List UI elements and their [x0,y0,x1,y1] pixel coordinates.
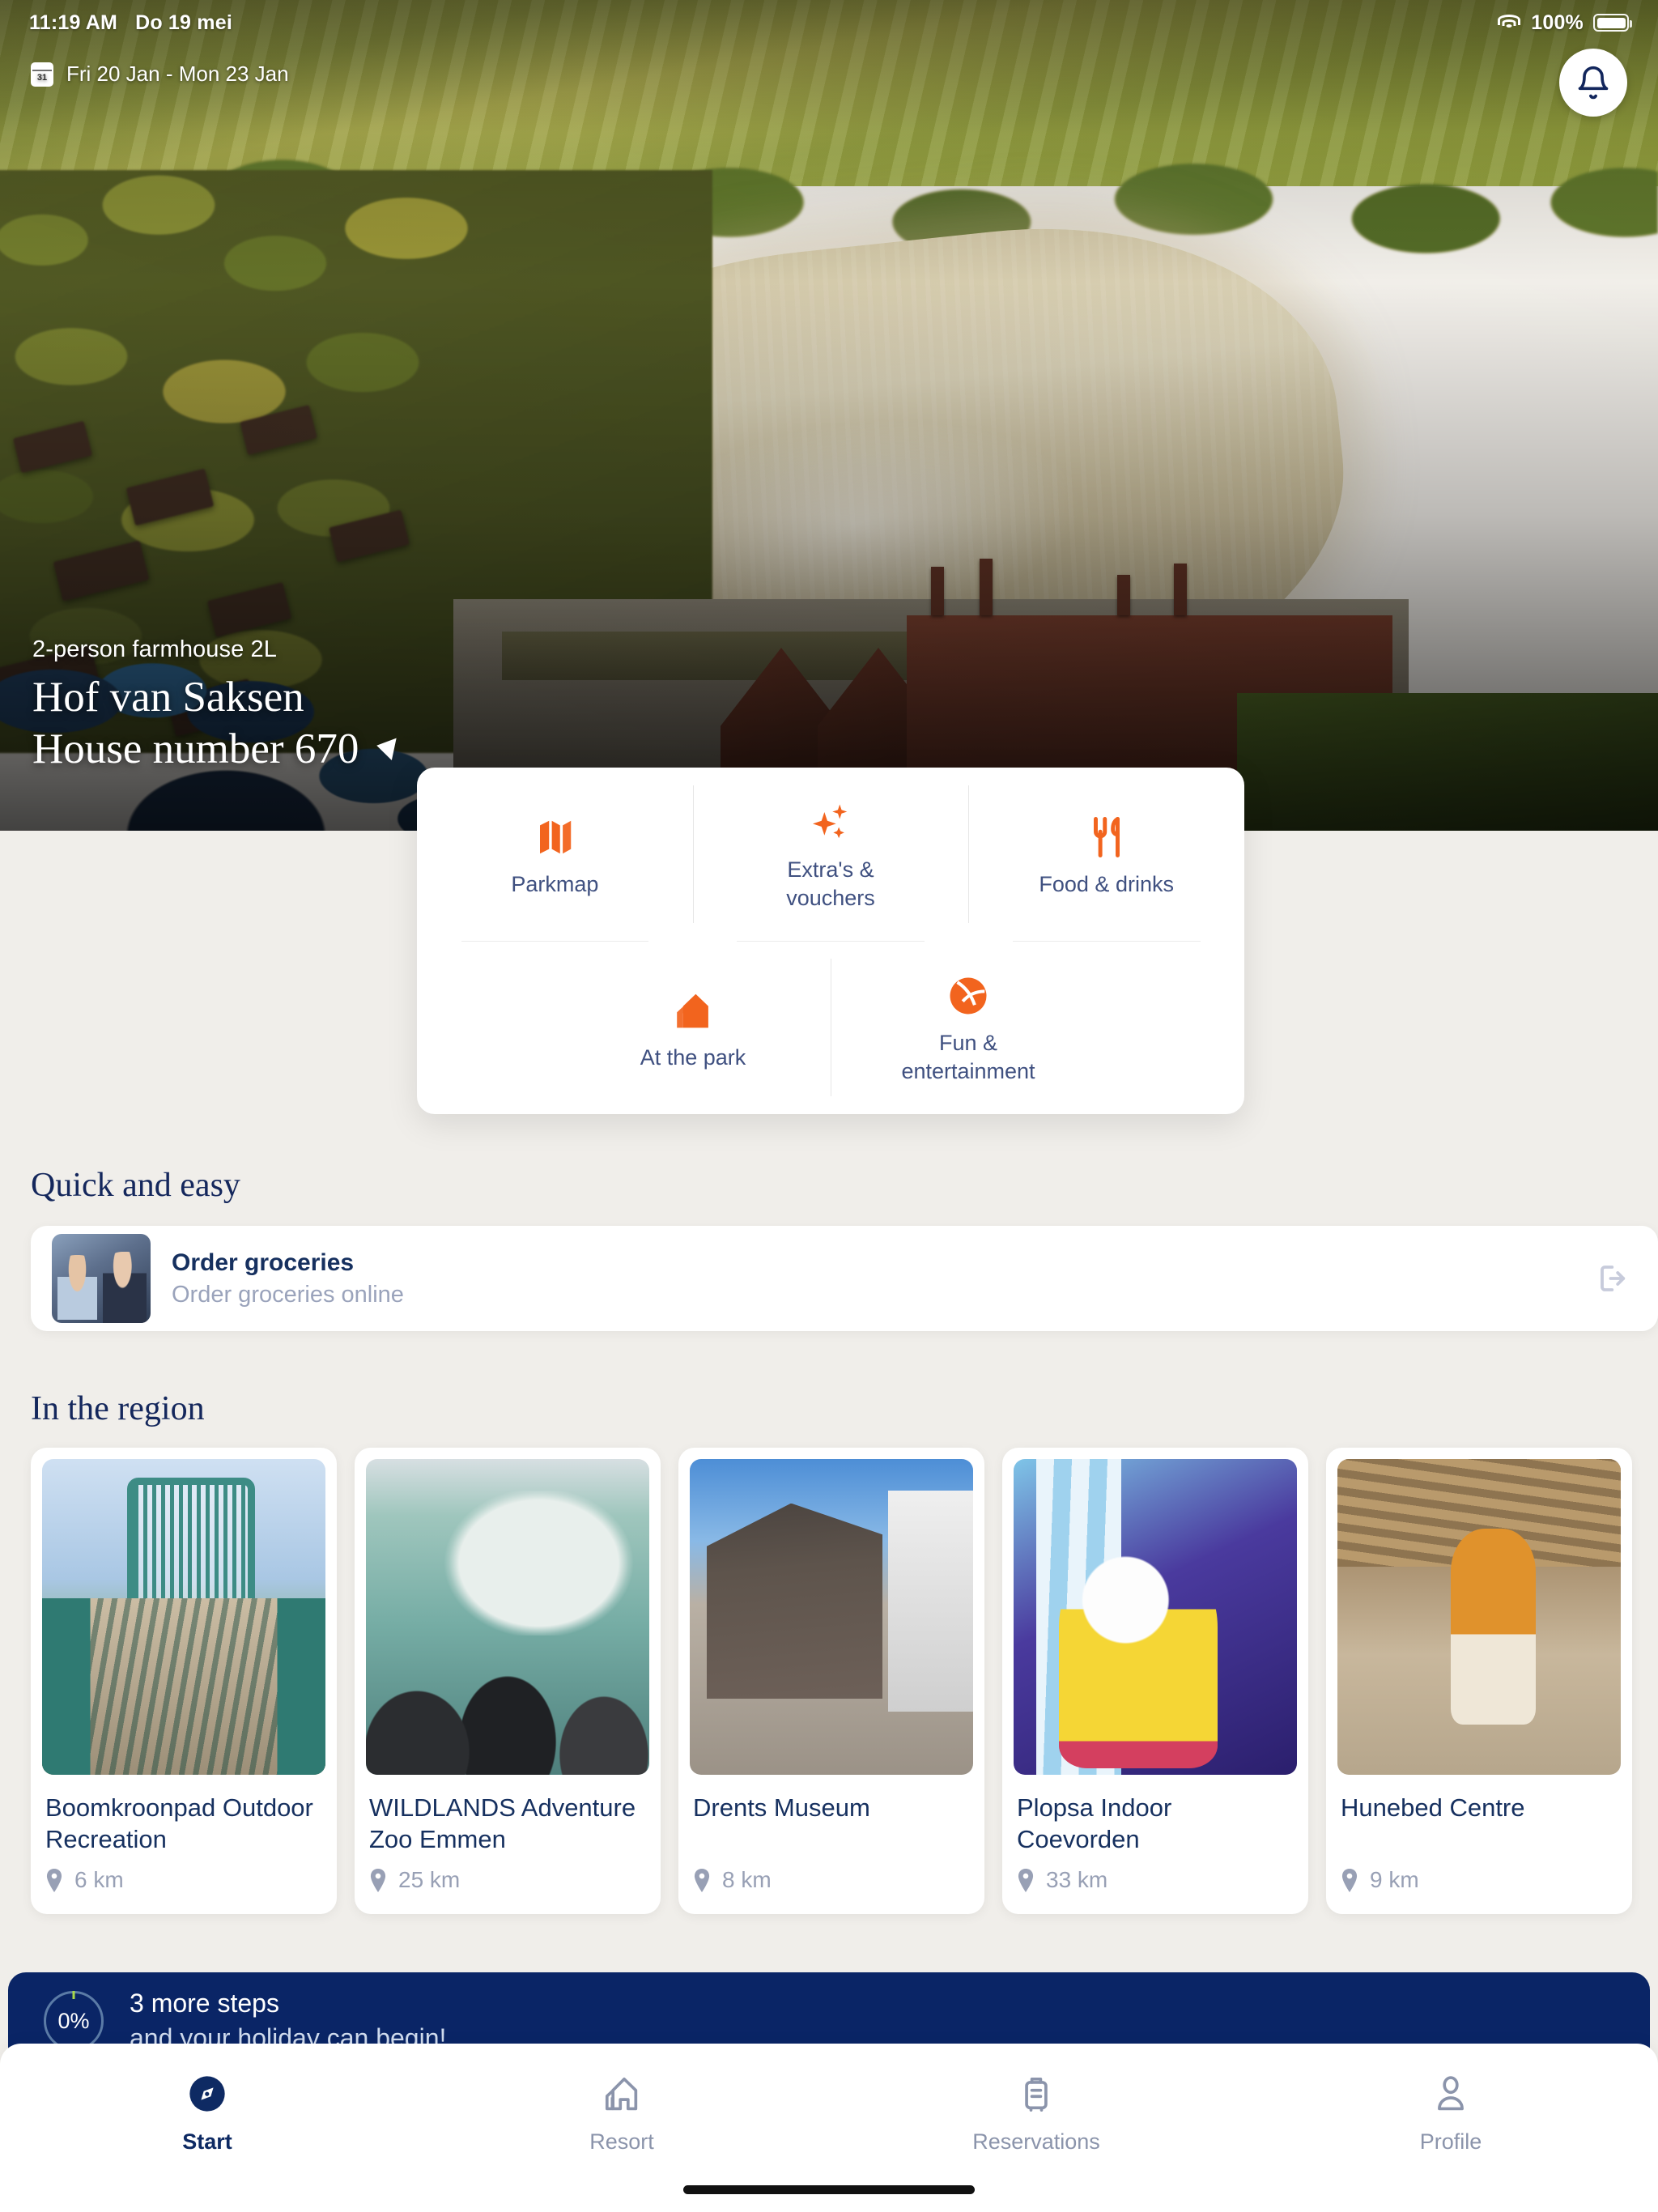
external-link-button[interactable] [1590,1255,1637,1302]
distance-label: 8 km [722,1867,772,1892]
region-card-image [1337,1459,1621,1775]
sparkles-icon [809,796,852,849]
region-card-image [42,1459,325,1775]
tab-label: Start [182,2129,232,2154]
compass-icon [186,2071,228,2116]
region-card-name: Plopsa Indoor Coevorden [1017,1793,1172,1853]
tab-label: Reservations [972,2129,1100,2154]
person-icon [1430,2071,1472,2116]
tab-start[interactable]: Start [0,2071,414,2155]
battery-percent-label: 100% [1531,11,1584,34]
hero-title-block: 2-person farmhouse 2L Hof van Saksen Hou… [32,636,397,776]
notifications-button[interactable] [1559,49,1627,117]
quick-and-easy-section: Quick and easy Order groceries Order gro… [31,1166,1658,1331]
region-card[interactable]: Drents Museum 8 km [678,1448,984,1914]
quick-action-food-drinks[interactable]: Food & drinks [968,768,1244,942]
quick-action-label: Food & drinks [1039,871,1174,896]
hero-section: 11:19 AM Do 19 mei 100% 31 Fri 20 Jan - … [0,0,1658,831]
order-groceries-description: Order groceries online [172,1281,404,1308]
region-cards-carousel[interactable]: Boomkroonpad Outdoor Recreation 6 km WIL… [31,1448,1658,1914]
in-the-region-section: In the region Boomkroonpad Outdoor Recre… [31,1389,1658,1914]
stay-date-range[interactable]: 31 Fri 20 Jan - Mon 23 Jan [31,62,289,87]
quick-action-at-the-park[interactable]: At the park [555,941,831,1114]
region-card[interactable]: Boomkroonpad Outdoor Recreation 6 km [31,1448,337,1914]
quick-action-label: At the park [640,1044,746,1070]
park-name: Hof van Saksen [32,673,304,721]
map-pin-icon [1341,1868,1358,1892]
map-pin-icon [693,1868,711,1892]
bottom-tab-bar: Start Resort Reservations Profile [0,2044,1658,2212]
map-icon [533,810,576,864]
status-time: 11:19 AM [29,11,118,34]
region-card-distance: 9 km [1341,1867,1618,1893]
quick-action-fun-entertainment[interactable]: Fun & entertainment [831,941,1106,1114]
order-groceries-title: Order groceries [172,1249,355,1276]
ball-icon [946,969,990,1023]
progress-percent-label: 0% [57,2008,90,2033]
quick-action-parkmap[interactable]: Parkmap [417,768,693,942]
region-card-image [1014,1459,1297,1775]
region-card-distance: 6 km [45,1867,322,1893]
tab-label: Profile [1419,2129,1482,2154]
region-card-image [366,1459,649,1775]
region-card-distance: 25 km [369,1867,646,1893]
quick-action-label: Extra's & vouchers [786,857,875,910]
region-card[interactable]: Hunebed Centre 9 km [1326,1448,1632,1914]
house-number-label: House number 670 [32,725,359,773]
region-card-image [690,1459,973,1775]
section-title: In the region [31,1390,205,1427]
distance-label: 6 km [74,1867,124,1892]
tab-label: Resort [589,2129,654,2154]
app-screen: 11:19 AM Do 19 mei 100% 31 Fri 20 Jan - … [0,0,1658,2212]
quick-actions-card: Parkmap Extra's & vouchers Food & drinks [417,768,1244,1114]
home-indicator [683,2185,975,2194]
bell-icon [1578,66,1609,100]
status-date: Do 19 mei [135,11,232,34]
tab-profile[interactable]: Profile [1244,2071,1658,2155]
region-card-name: WILDLANDS Adventure Zoo Emmen [369,1793,636,1853]
quick-action-extras-vouchers[interactable]: Extra's & vouchers [692,768,969,942]
status-bar: 11:19 AM Do 19 mei 100% [0,0,1658,45]
progress-headline: 3 more steps [130,1989,279,2018]
cutlery-icon [1085,810,1129,864]
region-card-name: Hunebed Centre [1341,1793,1525,1822]
region-card-distance: 8 km [693,1867,970,1893]
date-range-label: Fri 20 Jan - Mon 23 Jan [66,62,289,86]
order-groceries-thumbnail [52,1234,151,1323]
tab-reservations[interactable]: Reservations [829,2071,1244,2155]
tab-resort[interactable]: Resort [414,2071,829,2155]
wifi-icon [1497,14,1521,32]
map-pin-icon [45,1868,63,1892]
location-arrow-icon [374,734,397,760]
house-number-row[interactable]: House number 670 [32,723,397,776]
houses-outline-icon [601,2071,643,2116]
quick-action-label: Parkmap [511,871,599,896]
region-card-name: Drents Museum [693,1793,870,1822]
distance-label: 33 km [1046,1867,1108,1892]
progress-ring: 0% [44,1991,104,2051]
region-card[interactable]: Plopsa Indoor Coevorden 33 km [1002,1448,1308,1914]
map-pin-icon [369,1868,387,1892]
section-title: Quick and easy [31,1167,240,1204]
distance-label: 25 km [398,1867,461,1892]
suitcase-icon [1015,2071,1057,2116]
quick-action-label: Fun & entertainment [901,1031,1035,1083]
external-link-icon [1601,1266,1626,1291]
accommodation-type: 2-person farmhouse 2L [32,636,277,662]
battery-icon [1593,14,1632,32]
region-card-distance: 33 km [1017,1867,1294,1893]
order-groceries-row[interactable]: Order groceries Order groceries online [31,1226,1658,1331]
region-card[interactable]: WILDLANDS Adventure Zoo Emmen 25 km [355,1448,661,1914]
calendar-icon: 31 [31,62,53,87]
map-pin-icon [1017,1868,1035,1892]
region-card-name: Boomkroonpad Outdoor Recreation [45,1793,313,1853]
distance-label: 9 km [1370,1867,1419,1892]
houses-icon [671,984,715,1037]
